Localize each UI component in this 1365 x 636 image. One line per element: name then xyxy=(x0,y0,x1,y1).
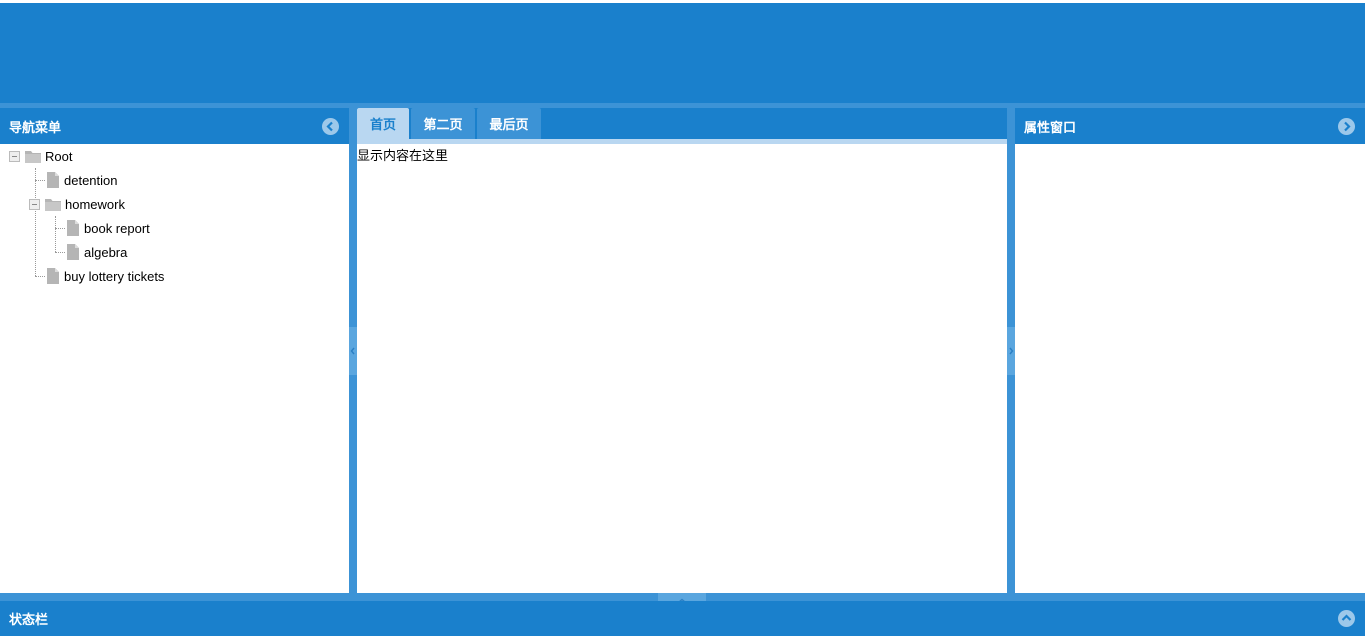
bottom-splitter-handle[interactable] xyxy=(658,593,706,603)
properties-body xyxy=(1015,144,1365,593)
tree-node-algebra[interactable]: algebra xyxy=(66,240,127,264)
tree-node-label: book report xyxy=(84,220,150,236)
tree-node-buy-lottery-tickets[interactable]: buy lottery tickets xyxy=(46,264,164,288)
left-splitter-handle[interactable] xyxy=(349,327,357,375)
navigation-tree-body: Root detention homework book report alge… xyxy=(0,144,349,593)
tree-node-root[interactable]: Root xyxy=(25,144,72,168)
tree-node-label: Root xyxy=(45,148,73,164)
file-icon xyxy=(67,244,79,260)
tree-node-label: homework xyxy=(65,196,125,212)
file-icon xyxy=(47,268,59,284)
file-icon xyxy=(47,172,59,188)
collapse-up-icon[interactable] xyxy=(1338,610,1355,627)
status-bar: 状态栏 xyxy=(0,601,1365,636)
tree-line xyxy=(35,180,45,181)
tree-line xyxy=(35,168,36,276)
west-panel-header: 导航菜单 xyxy=(0,108,349,144)
east-panel: 属性窗口 xyxy=(1015,108,1365,593)
center-panel: 首页 第二页 最后页 显示内容在这里 xyxy=(357,108,1007,593)
tree-toggle-homework[interactable] xyxy=(29,199,40,210)
status-bar-title: 状态栏 xyxy=(9,612,49,627)
tree-line xyxy=(55,228,65,229)
tree-node-homework[interactable]: homework xyxy=(45,192,125,216)
right-splitter-handle[interactable] xyxy=(1007,327,1015,375)
folder-open-icon xyxy=(45,198,61,211)
south-panel: 状态栏 xyxy=(0,601,1365,636)
tree-line xyxy=(55,216,56,252)
tab-bar: 首页 第二页 最后页 xyxy=(357,108,1007,139)
collapse-left-icon[interactable] xyxy=(322,118,339,135)
east-panel-title: 属性窗口 xyxy=(1024,119,1077,135)
west-panel-title: 导航菜单 xyxy=(9,119,62,135)
tab-second-page[interactable]: 第二页 xyxy=(411,108,475,139)
west-panel: 导航菜单 Root detention homework book report… xyxy=(0,108,349,593)
north-banner xyxy=(0,0,1365,103)
east-panel-header: 属性窗口 xyxy=(1015,108,1365,144)
tree-node-detention[interactable]: detention xyxy=(46,168,118,192)
tab-last-page[interactable]: 最后页 xyxy=(477,108,541,139)
content-text: 显示内容在这里 xyxy=(357,148,449,163)
tree-line xyxy=(35,276,45,277)
tab-content: 显示内容在这里 xyxy=(357,144,1007,593)
tree-node-label: algebra xyxy=(84,244,128,260)
collapse-right-icon[interactable] xyxy=(1338,118,1355,135)
tree-node-label: detention xyxy=(64,172,118,188)
tab-home[interactable]: 首页 xyxy=(357,108,409,139)
tree-toggle-root[interactable] xyxy=(9,151,20,162)
folder-open-icon xyxy=(25,150,41,163)
file-icon xyxy=(67,220,79,236)
tree-node-book-report[interactable]: book report xyxy=(66,216,150,240)
tree-node-label: buy lottery tickets xyxy=(64,268,165,284)
tree-line xyxy=(55,252,65,253)
